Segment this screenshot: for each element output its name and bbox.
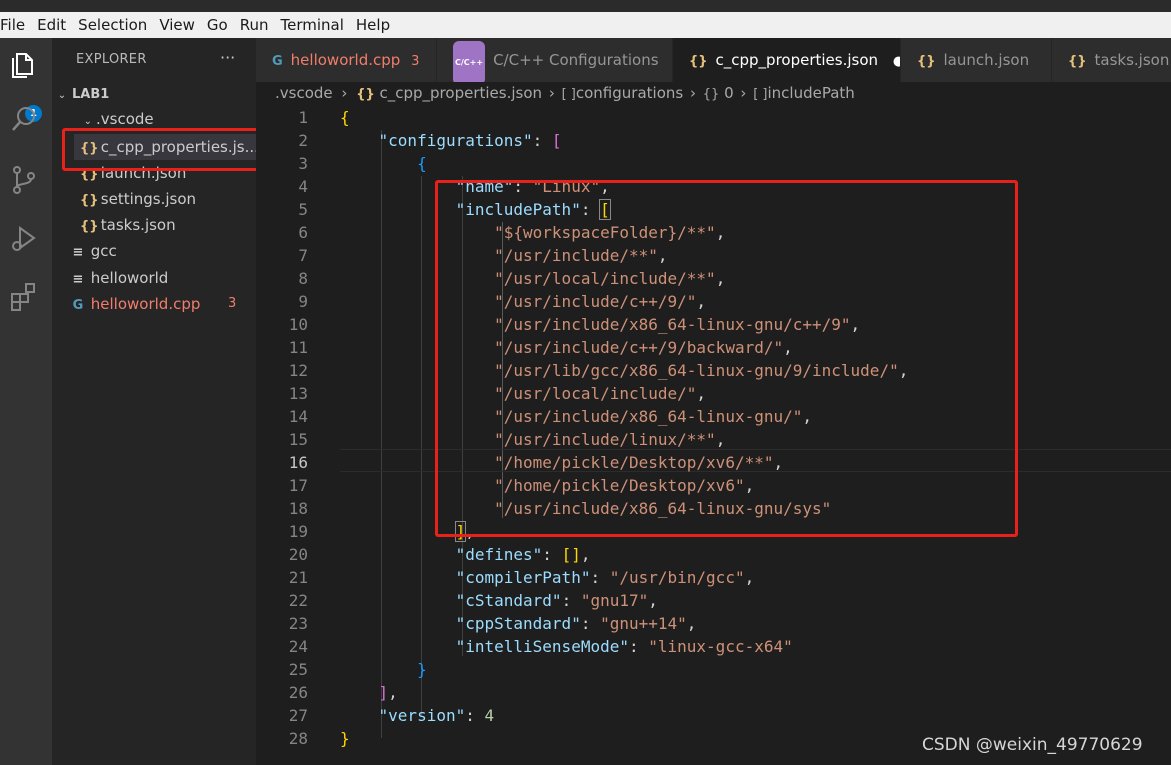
menu-view[interactable]: View	[159, 16, 201, 34]
watermark: CSDN @weixin_49770629	[922, 735, 1143, 755]
json-file-icon: {}	[1068, 54, 1087, 69]
menu-edit[interactable]: Edit	[37, 16, 72, 34]
code-line: 26 ],	[288, 683, 398, 702]
tab-helloworld-cpp[interactable]: Ghelloworld.cpp 3	[256, 38, 437, 82]
chevron-right-icon: ›	[689, 84, 696, 102]
menu-selection[interactable]: Selection	[78, 16, 153, 34]
code-line: 24 "intelliSenseMode": "linux-gcc-x64"	[288, 637, 793, 656]
breadcrumb-file[interactable]: c_cpp_properties.json	[380, 84, 543, 102]
breadcrumb-includepath[interactable]: includePath	[767, 84, 854, 102]
json-file-icon: {}	[80, 193, 99, 208]
chevron-right-icon: ›	[341, 84, 348, 102]
code-line: 1{	[298, 108, 350, 127]
json-file-icon: {}	[917, 54, 936, 69]
array-icon: [ ]	[561, 87, 576, 102]
json-file-icon: {}	[689, 54, 708, 69]
file-helloworld[interactable]: ≡ helloworld	[52, 265, 256, 291]
error-count-badge: 3	[228, 296, 237, 311]
code-line: 23 "cppStandard": "gnu++14",	[288, 614, 697, 633]
file-gcc[interactable]: ≡ gcc	[52, 238, 256, 264]
json-file-icon: {}	[356, 87, 375, 102]
file-lines-icon: ≡	[72, 245, 84, 260]
array-icon: [ ]	[753, 87, 768, 102]
more-actions-icon[interactable]: ···	[220, 48, 235, 67]
code-line: 21 "compilerPath": "/usr/bin/gcc",	[288, 568, 755, 587]
breadcrumb-index[interactable]: 0	[724, 84, 734, 102]
chevron-right-icon: ›	[548, 84, 555, 102]
menu-help[interactable]: Help	[356, 16, 396, 34]
object-icon: {}	[702, 87, 720, 102]
json-file-icon: {}	[80, 219, 99, 234]
files-icon[interactable]	[8, 48, 40, 80]
search-icon[interactable]	[8, 104, 40, 136]
extensions-icon[interactable]	[8, 280, 40, 312]
menu-bar: File Edit Selection View Go Run Terminal…	[0, 0, 1171, 38]
highlight-box-file	[62, 128, 281, 171]
explorer-title: EXPLORER	[76, 52, 147, 67]
code-line: 2 "configurations": [	[298, 131, 562, 150]
source-control-icon[interactable]	[8, 164, 40, 196]
menu-run[interactable]: Run	[240, 16, 275, 34]
run-debug-icon[interactable]	[8, 222, 40, 254]
breadcrumb-folder[interactable]: .vscode	[275, 84, 333, 102]
code-line: 3 {	[298, 154, 427, 173]
file-lines-icon: ≡	[72, 272, 84, 287]
tab-tasks-json[interactable]: {} tasks.json	[1052, 38, 1171, 82]
code-line: 22 "cStandard": "gnu17",	[288, 591, 658, 610]
file-settings-json[interactable]: {} settings.json	[52, 186, 256, 212]
chevron-right-icon: ›	[740, 84, 747, 102]
error-count-badge: 3	[411, 54, 420, 69]
folder-root[interactable]: ⌄ LAB1	[52, 80, 256, 106]
code-line: 25 }	[288, 660, 427, 679]
cpp-file-icon: G	[72, 298, 84, 313]
menu-go[interactable]: Go	[207, 16, 234, 34]
cpp-config-icon: C/C++	[453, 41, 486, 82]
activity-bar: 1	[0, 38, 52, 765]
menu-file[interactable]: File	[0, 16, 31, 34]
breadcrumb: .vscode › {} c_cpp_properties.json › [ ]…	[256, 82, 1171, 106]
cpp-file-icon: G	[272, 54, 283, 69]
editor-tabs: Ghelloworld.cpp 3 C/C++ C/C++ Configurati…	[256, 38, 1171, 82]
file-tasks-json[interactable]: {} tasks.json	[52, 212, 256, 238]
breadcrumb-configurations[interactable]: configurations	[576, 84, 683, 102]
tab-launch-json[interactable]: {} launch.json	[901, 38, 1052, 82]
code-line: 20 "defines": [],	[288, 545, 591, 564]
title-strip	[0, 0, 1171, 12]
menu-terminal[interactable]: Terminal	[281, 16, 350, 34]
tab-c-cpp-properties[interactable]: {}c_cpp_properties.json ●	[673, 38, 901, 82]
tab-cpp-configurations[interactable]: C/C++ C/C++ Configurations	[437, 38, 673, 82]
unsaved-dot-icon[interactable]: ●	[893, 54, 900, 69]
code-line: 27 "version": 4	[288, 706, 495, 725]
highlight-box-includepath	[435, 180, 1018, 537]
file-helloworld-cpp[interactable]: G helloworld.cpp 3	[52, 291, 256, 317]
